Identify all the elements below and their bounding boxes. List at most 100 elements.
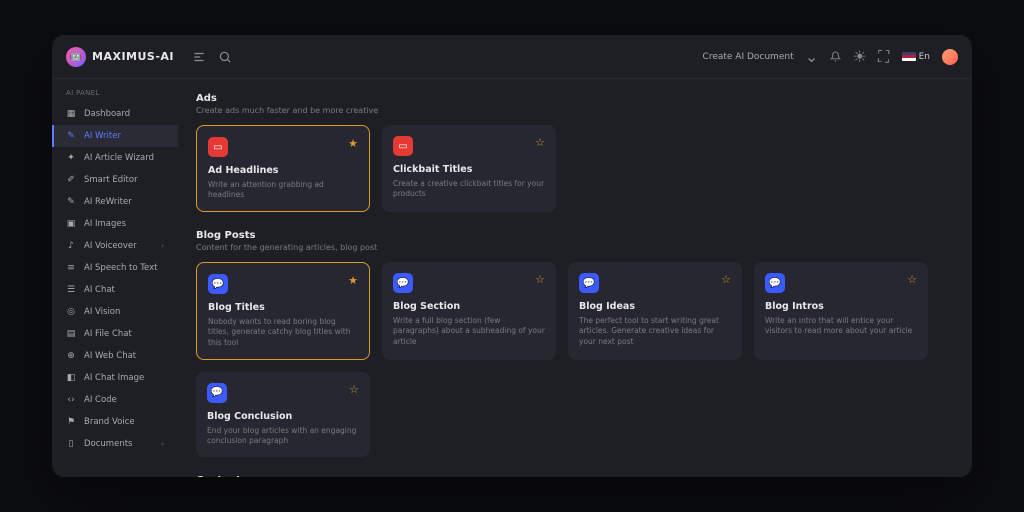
card-title: Clickbait Titles [393,164,545,175]
sidebar-item-label: AI Chat [84,285,115,295]
card-description: Write a full blog section (few paragraph… [393,316,545,346]
card-title: Blog Ideas [579,301,731,312]
card-header: 💬 ☆ [393,273,545,293]
body: AI PANEL ▦Dashboard ✎ AI Writer ✦ AI Article… [52,79,972,477]
sidebar-item-label: Brand Voice [84,417,135,427]
sidebar-icon: ⚑ [66,417,76,427]
sidebar-item-ai-voiceover[interactable]: ♪AI Voiceover› [52,235,178,257]
avatar[interactable] [942,49,958,65]
sidebar-item-label: AI Article Wizard [84,153,154,163]
card-title: Blog Intros [765,301,917,312]
sidebar-item-label: AI Chat Image [84,373,144,383]
card-blog-section[interactable]: 💬 ☆ Blog Section Write a full blog secti… [382,262,556,359]
sidebar-item-ai-code[interactable]: ‹›AI Code [52,389,178,411]
sidebar-item-ai-chat-image[interactable]: ◧ AI Chat Image [52,367,178,389]
card-blog-conclusion[interactable]: 💬 ☆ Blog Conclusion End your blog articl… [196,372,370,457]
sidebar-item-dashboard[interactable]: ▦Dashboard [52,103,178,125]
sidebar-icon: ✦ [66,153,76,163]
star-icon[interactable]: ☆ [349,383,359,396]
card-description: Create a creative clickbait titles for y… [393,179,545,199]
header-left-tools [192,50,232,64]
card-ad-headlines[interactable]: ▭ ★ Ad Headlines Write an attention grab… [196,125,370,212]
sidebar-item-documents[interactable]: ▯Documents› [52,433,178,455]
sidebar-item-label: AI Voiceover [84,241,137,251]
card-icon: 💬 [208,274,228,294]
chevron-right-icon: › [161,440,164,448]
sidebar-item-ai-file-chat[interactable]: ▤AI File Chat [52,323,178,345]
sidebar-item-label: Smart Editor [84,175,138,185]
card-icon: 💬 [579,273,599,293]
card-description: End your blog articles with an engaging … [207,426,359,446]
sidebar-item-ai-writer[interactable]: ✎ AI Writer [52,125,178,147]
sidebar-item-label: Dashboard [84,109,130,119]
card-header: 💬 ★ [208,274,358,294]
section-title: Blog Posts [196,230,954,241]
sidebar-icon: ⊕ [66,351,76,361]
sidebar-item-label: AI ReWriter [84,197,132,207]
card-description: Write an attention grabbing ad headlines [208,180,358,200]
section-blog-posts: Blog Posts Content for the generating ar… [196,230,954,457]
card-blog-intros[interactable]: 💬 ☆ Blog Intros Write an intro that will… [754,262,928,359]
sidebar-item-smart-editor[interactable]: ✐ Smart Editor [52,169,178,191]
card-grid: ▭ ★ Ad Headlines Write an attention grab… [196,125,954,212]
card-blog-ideas[interactable]: 💬 ☆ Blog Ideas The perfect tool to start… [568,262,742,359]
sidebar-item-brand-voice[interactable]: ⚑ Brand Voice [52,411,178,433]
sidebar-item-ai-web-chat[interactable]: ⊕AI Web Chat [52,345,178,367]
theme-icon[interactable]: ☀ [854,51,866,63]
star-icon[interactable]: ☆ [535,136,545,149]
sidebar-item-label: AI Writer [84,131,121,141]
sidebar-item-label: AI Images [84,219,126,229]
sidebar: AI PANEL ▦Dashboard ✎ AI Writer ✦ AI Article… [52,79,178,477]
main-content: Ads Create ads much faster and be more c… [178,79,972,477]
sidebar-icon: ‹› [66,395,76,405]
logo[interactable]: 🤖 MAXIMUS-AI [66,47,184,67]
star-icon[interactable]: ★ [348,137,358,150]
create-document-button[interactable]: Create AI Document [703,52,794,62]
section-title: Ads [196,93,954,104]
sidebar-icon: ♪ [66,241,76,251]
card-title: Blog Titles [208,302,358,313]
card-header: 💬 ☆ [207,383,359,403]
star-icon[interactable]: ☆ [535,273,545,286]
sidebar-icon: ✐ [66,175,76,185]
card-title: Blog Conclusion [207,411,359,422]
sidebar-icon: ▣ [66,219,76,229]
language-selector[interactable]: En [902,52,930,62]
card-header: 💬 ☆ [765,273,917,293]
sidebar-heading: AI PANEL [52,89,178,103]
card-icon: 💬 [765,273,785,293]
star-icon[interactable]: ★ [348,274,358,287]
card-blog-titles[interactable]: 💬 ★ Blog Titles Nobody wants to read bor… [196,262,370,359]
search-icon[interactable] [218,50,232,64]
card-title: Blog Section [393,301,545,312]
card-header: 💬 ☆ [579,273,731,293]
sidebar-item-ai-article-wizard[interactable]: ✦ AI Article Wizard [52,147,178,169]
card-icon: ▭ [393,136,413,156]
card-header: ▭ ☆ [393,136,545,156]
card-clickbait-titles[interactable]: ▭ ☆ Clickbait Titles Create a creative c… [382,125,556,212]
section-description: Create ads much faster and be more creat… [196,106,954,115]
sidebar-icon: ◧ [66,373,76,383]
sidebar-icon: ◎ [66,307,76,317]
sidebar-item-ai-vision[interactable]: ◎AI Vision [52,301,178,323]
section-contents: Contents Tools for writing creatives for… [196,475,954,477]
star-icon[interactable]: ☆ [907,273,917,286]
card-title: Ad Headlines [208,165,358,176]
star-icon[interactable]: ☆ [721,273,731,286]
card-grid: 💬 ★ Blog Titles Nobody wants to read bor… [196,262,954,457]
sidebar-icon: ✎ [66,197,76,207]
bell-icon[interactable] [830,51,842,63]
sidebar-icon: ✎ [66,131,76,141]
card-description: The perfect tool to start writing great … [579,316,731,346]
header-right: Create AI Document ⌄ ☀ ⛶ En [703,49,958,65]
header: 🤖 MAXIMUS-AI Create AI Document ⌄ ☀ ⛶ En [52,35,972,79]
sidebar-item-label: Documents [84,439,132,449]
sidebar-item-ai-speech-to-text[interactable]: ≡AI Speech to Text [52,257,178,279]
sidebar-item-ai-chat[interactable]: ☰AI Chat [52,279,178,301]
menu-toggle-icon[interactable] [192,50,206,64]
sidebar-item-ai-rewriter[interactable]: ✎ AI ReWriter [52,191,178,213]
fullscreen-icon[interactable]: ⛶ [878,51,890,63]
chevron-down-icon[interactable]: ⌄ [806,51,818,63]
sidebar-item-ai-images[interactable]: ▣ AI Images [52,213,178,235]
card-description: Write an intro that will entice your vis… [765,316,917,336]
